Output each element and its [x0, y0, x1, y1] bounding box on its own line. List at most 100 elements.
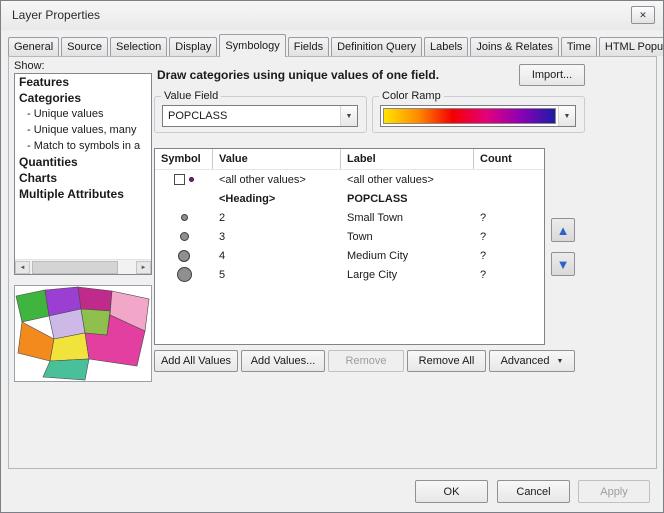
row-count: ?: [474, 231, 544, 243]
table-header: Symbol Value Label Count: [155, 149, 544, 170]
tab-general[interactable]: General: [8, 37, 59, 56]
row-label[interactable]: Medium City: [341, 250, 474, 262]
row-count: ?: [474, 269, 544, 281]
layer-properties-dialog: Layer Properties ✕ General Source Select…: [0, 0, 664, 513]
value-field-select[interactable]: POPCLASS ▼: [162, 105, 358, 127]
chevron-down-icon[interactable]: ▼: [340, 106, 357, 126]
remove-all-button[interactable]: Remove All: [407, 350, 486, 372]
value-symbol[interactable]: [177, 267, 192, 282]
color-ramp-select[interactable]: ▼: [380, 105, 576, 127]
tab-symbology[interactable]: Symbology: [219, 34, 285, 57]
close-icon: ✕: [639, 10, 647, 21]
close-button[interactable]: ✕: [631, 6, 655, 24]
apply-label: Apply: [600, 486, 628, 498]
ok-label: OK: [444, 486, 460, 498]
symbol-preview-map: [14, 285, 152, 382]
chevron-down-icon: ▼: [557, 358, 564, 365]
advanced-label: Advanced: [501, 355, 550, 367]
value-symbol[interactable]: [180, 232, 189, 241]
advanced-button[interactable]: Advanced ▼: [489, 350, 575, 372]
tab-fields[interactable]: Fields: [288, 37, 329, 56]
value-symbol[interactable]: [178, 250, 190, 262]
table-row[interactable]: 4 Medium City ?: [155, 246, 544, 265]
chevron-down-icon[interactable]: ▼: [558, 106, 575, 126]
row-value: 2: [213, 212, 341, 224]
table-row[interactable]: 2 Small Town ?: [155, 208, 544, 227]
tree-horizontal-scrollbar[interactable]: ◄ ►: [15, 259, 151, 274]
add-all-values-button[interactable]: Add All Values: [154, 350, 238, 372]
value-field-selected: POPCLASS: [163, 106, 340, 126]
cancel-label: Cancel: [516, 486, 550, 498]
table-row[interactable]: <all other values> <all other values>: [155, 170, 544, 189]
column-header-label: Label: [341, 149, 474, 169]
value-symbol[interactable]: [181, 214, 188, 221]
row-label[interactable]: Town: [341, 231, 474, 243]
tab-definition-query[interactable]: Definition Query: [331, 37, 422, 56]
tab-display[interactable]: Display: [169, 37, 217, 56]
show-tree: Features Categories Unique values Unique…: [14, 73, 152, 275]
row-label[interactable]: Large City: [341, 269, 474, 281]
row-label[interactable]: <all other values>: [341, 174, 474, 186]
tab-joins-relates[interactable]: Joins & Relates: [470, 37, 558, 56]
symbology-page: Show: Features Categories Unique values …: [8, 56, 657, 469]
table-row[interactable]: 3 Town ?: [155, 227, 544, 246]
move-down-button[interactable]: ▼: [551, 252, 575, 276]
table-row[interactable]: <Heading> POPCLASS: [155, 189, 544, 208]
tab-html-popup[interactable]: HTML Popup: [599, 37, 664, 56]
row-value: <Heading>: [213, 193, 341, 205]
move-up-button[interactable]: ▲: [551, 218, 575, 242]
tab-labels[interactable]: Labels: [424, 37, 468, 56]
scrollbar-thumb[interactable]: [32, 261, 118, 274]
window-title: Layer Properties: [12, 8, 100, 22]
row-count: ?: [474, 212, 544, 224]
preview-map-image: [15, 286, 151, 381]
remove-button[interactable]: Remove: [328, 350, 404, 372]
add-values-button[interactable]: Add Values...: [241, 350, 325, 372]
add-values-label: Add Values...: [251, 355, 316, 367]
row-value: 5: [213, 269, 341, 281]
titlebar[interactable]: Layer Properties ✕: [1, 1, 663, 30]
tree-item-quantities[interactable]: Quantities: [15, 154, 151, 170]
remove-label: Remove: [346, 355, 387, 367]
show-label: Show:: [14, 60, 45, 72]
all-other-values-symbol[interactable]: [189, 177, 194, 182]
tree-item-match-symbols[interactable]: Match to symbols in a: [15, 138, 151, 154]
unique-values-table: Symbol Value Label Count <all other valu…: [154, 148, 545, 345]
tree-item-multiple-attributes[interactable]: Multiple Attributes: [15, 186, 151, 202]
row-value: 4: [213, 250, 341, 262]
ok-button[interactable]: OK: [415, 480, 488, 503]
scroll-right-icon[interactable]: ►: [136, 261, 151, 274]
color-ramp-group-label: Color Ramp: [379, 90, 444, 102]
add-all-values-label: Add All Values: [161, 355, 231, 367]
row-label[interactable]: Small Town: [341, 212, 474, 224]
tab-strip: General Source Selection Display Symbolo…: [8, 34, 664, 56]
symbology-method-description: Draw categories using unique values of o…: [157, 68, 513, 82]
scroll-left-icon[interactable]: ◄: [15, 261, 30, 274]
row-value: <all other values>: [213, 174, 341, 186]
tab-time[interactable]: Time: [561, 37, 597, 56]
tree-item-charts[interactable]: Charts: [15, 170, 151, 186]
arrow-up-icon: ▲: [557, 223, 570, 238]
import-button-label: Import...: [532, 69, 572, 81]
tab-source[interactable]: Source: [61, 37, 108, 56]
import-button[interactable]: Import...: [519, 64, 585, 86]
column-header-value: Value: [213, 149, 341, 169]
tree-item-unique-values[interactable]: Unique values: [15, 106, 151, 122]
tree-item-categories[interactable]: Categories: [15, 90, 151, 106]
table-row[interactable]: 5 Large City ?: [155, 265, 544, 284]
tab-selection[interactable]: Selection: [110, 37, 167, 56]
tree-item-features[interactable]: Features: [15, 74, 151, 90]
column-header-symbol: Symbol: [155, 149, 213, 169]
all-other-values-checkbox[interactable]: [174, 174, 185, 185]
tree-item-unique-values-many[interactable]: Unique values, many: [15, 122, 151, 138]
column-header-count: Count: [474, 149, 544, 169]
color-ramp-preview: [383, 108, 556, 124]
arrow-down-icon: ▼: [557, 257, 570, 272]
value-field-group: Value Field POPCLASS ▼: [154, 90, 367, 133]
cancel-button[interactable]: Cancel: [497, 480, 570, 503]
color-ramp-group: Color Ramp ▼: [372, 90, 585, 133]
apply-button[interactable]: Apply: [578, 480, 650, 503]
row-count: ?: [474, 250, 544, 262]
row-label[interactable]: POPCLASS: [341, 193, 474, 205]
remove-all-label: Remove All: [419, 355, 475, 367]
